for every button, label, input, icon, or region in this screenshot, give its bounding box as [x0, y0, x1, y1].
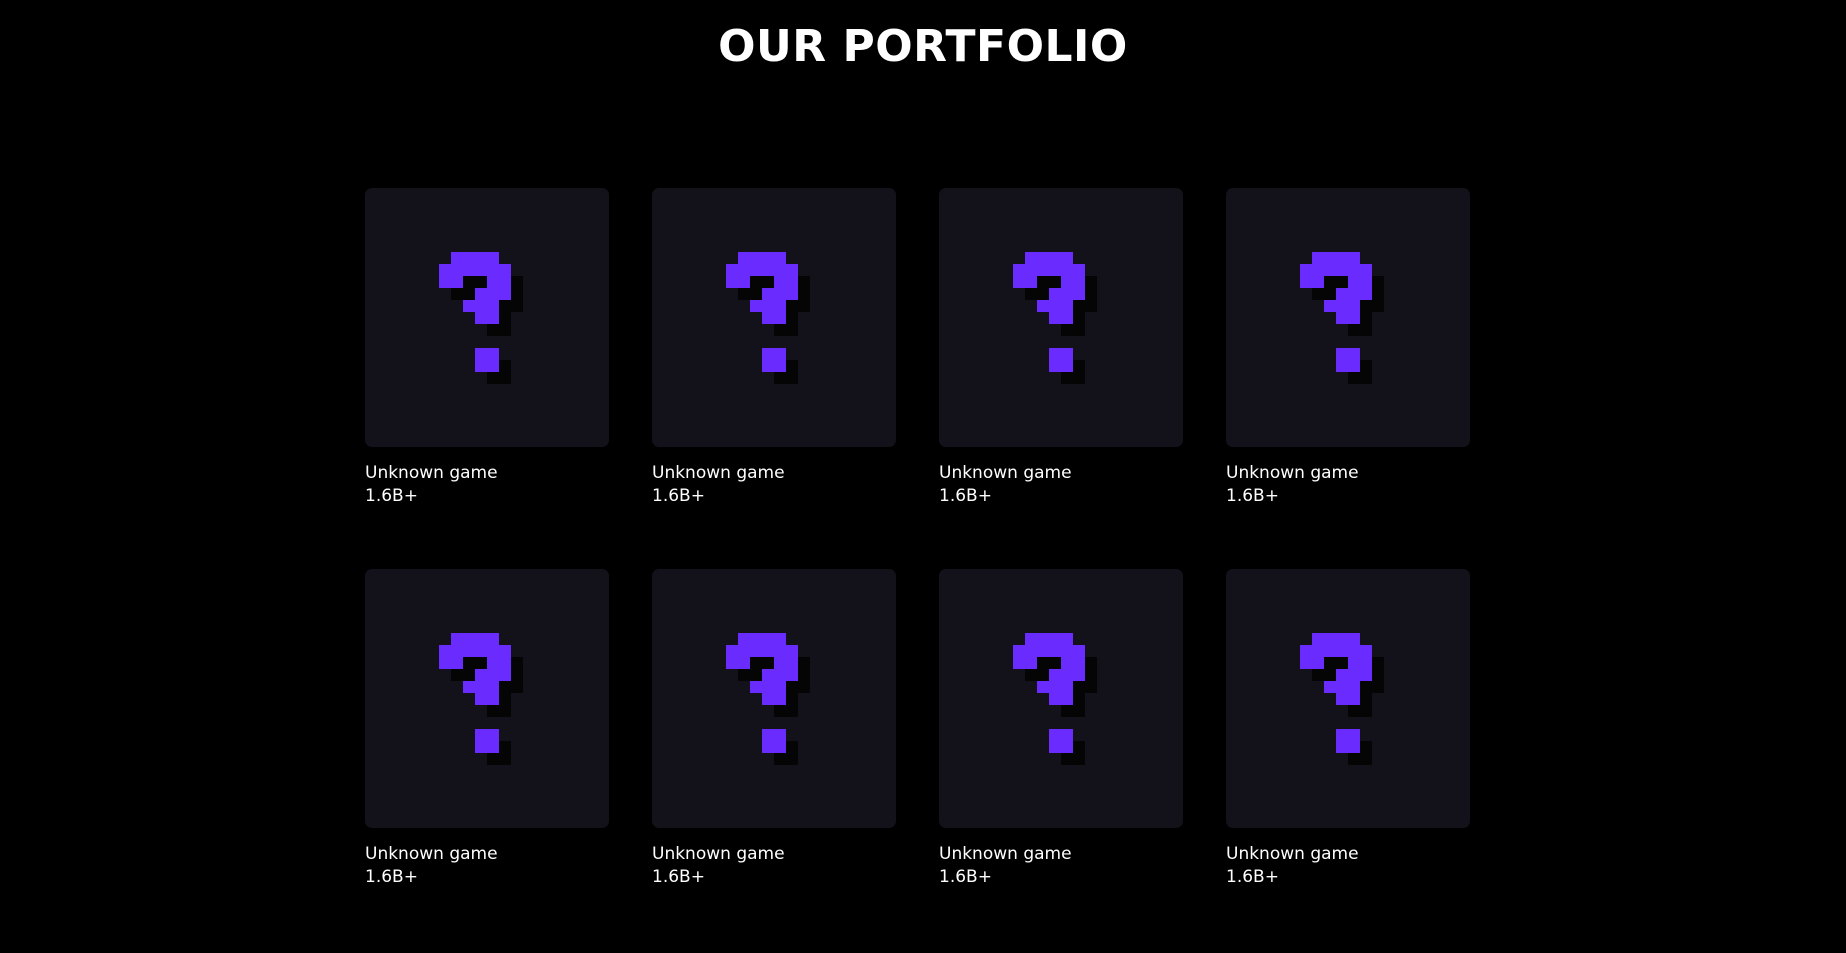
game-name: Unknown game — [939, 844, 1072, 864]
portfolio-page: OUR PORTFOLIO Unknown game 1.6B+ Unknown… — [0, 0, 1846, 953]
game-name: Unknown game — [1226, 463, 1359, 483]
game-name: Unknown game — [365, 844, 498, 864]
game-player-count: 1.6B+ — [939, 867, 992, 887]
question-mark-icon — [1013, 632, 1097, 765]
game-player-count: 1.6B+ — [1226, 486, 1279, 506]
portfolio-card[interactable]: Unknown game 1.6B+ — [1226, 569, 1470, 889]
question-mark-icon — [726, 251, 810, 384]
question-mark-icon — [726, 632, 810, 765]
portfolio-card[interactable]: Unknown game 1.6B+ — [365, 569, 609, 889]
game-thumbnail[interactable] — [1226, 188, 1470, 447]
game-player-count: 1.6B+ — [652, 486, 705, 506]
game-thumbnail[interactable] — [939, 569, 1183, 828]
game-thumbnail[interactable] — [365, 569, 609, 828]
game-name: Unknown game — [939, 463, 1072, 483]
portfolio-card[interactable]: Unknown game 1.6B+ — [652, 188, 896, 508]
portfolio-grid: Unknown game 1.6B+ Unknown game 1.6B+ Un… — [365, 188, 1470, 889]
game-player-count: 1.6B+ — [939, 486, 992, 506]
game-player-count: 1.6B+ — [365, 486, 418, 506]
question-mark-icon — [439, 251, 523, 384]
game-name: Unknown game — [1226, 844, 1359, 864]
game-name: Unknown game — [365, 463, 498, 483]
portfolio-card[interactable]: Unknown game 1.6B+ — [939, 188, 1183, 508]
portfolio-card[interactable]: Unknown game 1.6B+ — [365, 188, 609, 508]
game-thumbnail[interactable] — [365, 188, 609, 447]
game-thumbnail[interactable] — [939, 188, 1183, 447]
portfolio-card[interactable]: Unknown game 1.6B+ — [1226, 188, 1470, 508]
game-name: Unknown game — [652, 463, 785, 483]
question-mark-icon — [439, 632, 523, 765]
question-mark-icon — [1300, 251, 1384, 384]
game-player-count: 1.6B+ — [365, 867, 418, 887]
question-mark-icon — [1013, 251, 1097, 384]
game-name: Unknown game — [652, 844, 785, 864]
question-mark-icon — [1300, 632, 1384, 765]
game-player-count: 1.6B+ — [652, 867, 705, 887]
page-title: OUR PORTFOLIO — [718, 21, 1128, 72]
game-thumbnail[interactable] — [1226, 569, 1470, 828]
game-thumbnail[interactable] — [652, 569, 896, 828]
game-player-count: 1.6B+ — [1226, 867, 1279, 887]
portfolio-card[interactable]: Unknown game 1.6B+ — [939, 569, 1183, 889]
portfolio-card[interactable]: Unknown game 1.6B+ — [652, 569, 896, 889]
game-thumbnail[interactable] — [652, 188, 896, 447]
